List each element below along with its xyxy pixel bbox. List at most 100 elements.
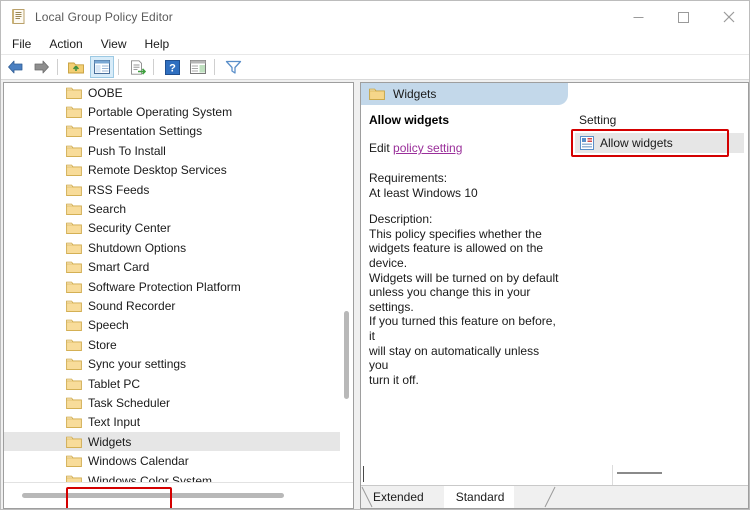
folder-icon: [66, 124, 82, 138]
folder-icon: [66, 260, 82, 274]
setting-column: Setting Allow widgets: [571, 105, 748, 488]
back-arrow-icon[interactable]: [3, 56, 27, 78]
tree-item-label: Shutdown Options: [88, 240, 187, 255]
tree-item-rss-feeds[interactable]: RSS Feeds: [4, 180, 340, 199]
show-hide-console-tree-icon[interactable]: [90, 56, 114, 78]
window-controls: [616, 1, 749, 33]
tree-horizontal-scrollbar[interactable]: [4, 482, 353, 508]
tree-item-sound-recorder[interactable]: Sound Recorder: [4, 296, 340, 315]
tree-item-oobe[interactable]: OOBE: [4, 83, 340, 102]
tree-item-text-input[interactable]: Text Input: [4, 413, 340, 432]
tree-item-label: Security Center: [88, 221, 171, 236]
tree-vertical-scrollbar[interactable]: [340, 83, 353, 482]
tree-item-label: Push To Install: [88, 143, 166, 158]
folder-icon: [66, 221, 82, 235]
toolbar-separator: [214, 59, 215, 75]
tree-vertical-scroll-thumb[interactable]: [344, 311, 349, 399]
view-tabs: Extended Standard: [361, 485, 748, 508]
requirements-value: At least Windows 10: [369, 185, 478, 200]
folder-icon: [66, 280, 82, 294]
description-line: Widgets will be turned on by default: [369, 270, 559, 285]
up-folder-icon[interactable]: [64, 56, 88, 78]
tree-item-windows-calendar[interactable]: Windows Calendar: [4, 451, 340, 470]
requirements-label: Requirements:: [369, 171, 448, 185]
settings-pane: Widgets Allow widgets Edit policy settin…: [360, 82, 749, 509]
tree-item-label: Software Protection Platform: [88, 279, 241, 294]
tree-item-label: Speech: [88, 318, 129, 333]
setting-list[interactable]: Allow widgets: [571, 133, 748, 153]
tree-item-speech[interactable]: Speech: [4, 316, 340, 335]
tree-item-software-protection-platform[interactable]: Software Protection Platform: [4, 277, 340, 296]
setting-row-label: Allow widgets: [600, 136, 673, 150]
minimize-icon[interactable]: [616, 1, 661, 33]
tree-item-label: Sync your settings: [88, 357, 187, 372]
requirements-block: Requirements: At least Windows 10: [369, 171, 561, 200]
tree-item-windows-color-system[interactable]: Windows Color System: [4, 471, 340, 482]
tree-item-task-scheduler[interactable]: Task Scheduler: [4, 393, 340, 412]
folder-icon: [66, 318, 82, 332]
tab-extended[interactable]: Extended: [361, 486, 434, 508]
menu-item-view[interactable]: View: [92, 35, 136, 53]
description-line: turn it off.: [369, 372, 419, 387]
main-content: OOBE Portable Operating System Presentatio…: [1, 80, 749, 509]
folder-icon: [66, 105, 82, 119]
edit-policy-setting-row: Edit policy setting: [369, 141, 561, 155]
help-icon[interactable]: ?: [160, 56, 184, 78]
tab-slash-right: [544, 486, 556, 508]
folder-icon: [66, 299, 82, 313]
tree-item-label: Store: [88, 337, 117, 352]
menu-item-action[interactable]: Action: [40, 35, 91, 53]
folder-icon: [66, 338, 82, 352]
tree-item-push-to-install[interactable]: Push To Install: [4, 141, 340, 160]
settings-pane-header: Widgets: [361, 83, 568, 105]
close-icon[interactable]: [706, 1, 749, 33]
policy-setting-link[interactable]: policy setting: [393, 141, 462, 155]
settings-pane-body: Allow widgets Edit policy setting Requir…: [361, 105, 748, 488]
description-line: If you turned this feature on before, it: [369, 314, 556, 343]
tree-item-label: RSS Feeds: [88, 182, 150, 197]
forward-arrow-icon[interactable]: [29, 56, 53, 78]
maximize-icon[interactable]: [661, 1, 706, 33]
horizontal-scroll-thumb[interactable]: [617, 472, 662, 474]
folder-icon: [66, 357, 82, 371]
toolbar: ?: [1, 55, 749, 80]
folder-icon: [66, 241, 82, 255]
menu-item-file[interactable]: File: [3, 35, 40, 53]
tab-standard-label: Standard: [455, 490, 505, 504]
tree-item-sync-your-settings[interactable]: Sync your settings: [4, 354, 340, 373]
tree-item-widgets[interactable]: Widgets: [4, 432, 340, 452]
policy-tree[interactable]: OOBE Portable Operating System Presentatio…: [4, 83, 340, 482]
tree-item-tablet-pc[interactable]: Tablet PC: [4, 374, 340, 393]
console-tree-pane: OOBE Portable Operating System Presentatio…: [3, 82, 354, 509]
edit-label: Edit: [369, 141, 390, 155]
export-list-icon[interactable]: [125, 56, 149, 78]
filter-icon[interactable]: [221, 56, 245, 78]
tree-horizontal-scroll-thumb[interactable]: [22, 493, 284, 498]
policy-title: Allow widgets: [369, 113, 450, 127]
folder-icon: [66, 377, 82, 391]
setting-column-header[interactable]: Setting: [571, 113, 748, 127]
local-group-policy-editor-window: Local Group Policy Editor File Action Vi…: [0, 0, 750, 510]
folder-icon: [369, 87, 385, 101]
tree-item-shutdown-options[interactable]: Shutdown Options: [4, 238, 340, 257]
tree-item-store[interactable]: Store: [4, 335, 340, 354]
setting-row[interactable]: Allow widgets: [575, 133, 744, 153]
description-line: device.: [369, 255, 408, 270]
menu-item-help[interactable]: Help: [136, 35, 179, 53]
tree-item-presentation-settings[interactable]: Presentation Settings: [4, 122, 340, 141]
policy-editor-icon: [10, 8, 28, 26]
tab-standard[interactable]: Standard: [443, 486, 515, 508]
description-line: will stay on automatically unless you: [369, 343, 540, 373]
extended-description-column: Allow widgets Edit policy setting Requir…: [361, 105, 571, 488]
tree-item-label: Task Scheduler: [88, 395, 171, 410]
description-text: This policy specifies whether the widgets…: [369, 227, 561, 388]
tree-item-portable-operating-system[interactable]: Portable Operating System: [4, 102, 340, 121]
tree-item-security-center[interactable]: Security Center: [4, 219, 340, 238]
show-hide-action-pane-icon[interactable]: [186, 56, 210, 78]
tree-item-label: Windows Color System: [88, 473, 213, 483]
tree-item-remote-desktop-services[interactable]: Remote Desktop Services: [4, 161, 340, 180]
description-line: settings.: [369, 299, 414, 314]
tree-item-search[interactable]: Search: [4, 199, 340, 218]
tree-item-smart-card[interactable]: Smart Card: [4, 258, 340, 277]
settings-pane-scroll-strip[interactable]: [361, 465, 748, 485]
